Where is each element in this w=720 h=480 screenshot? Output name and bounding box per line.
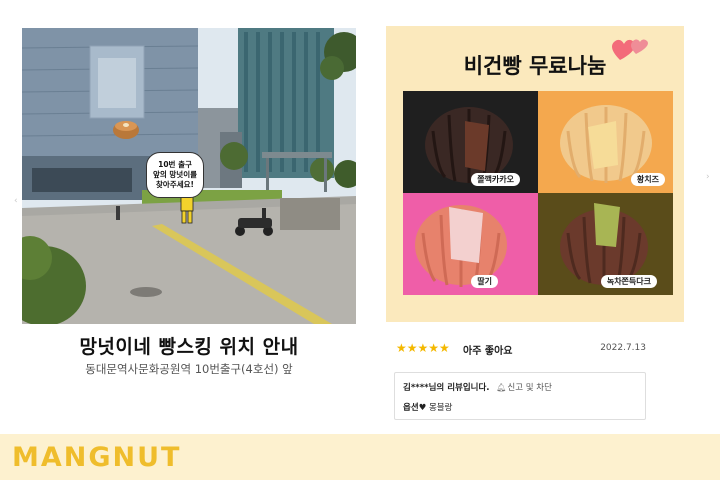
report-block-link[interactable]: 🔔︎신고 및 차단 bbox=[496, 383, 552, 393]
star-rating-icon: ★★★★★ bbox=[396, 341, 450, 355]
bubble-line: 10번 출구 bbox=[158, 160, 192, 169]
location-title: 망넛이네 빵스킹 위치 안내 bbox=[79, 336, 299, 358]
option-value: 몽블랑 bbox=[428, 403, 453, 413]
review-card: 김****님의 리뷰입니다. 🔔︎신고 및 차단 옵션♥ 몽블랑 bbox=[394, 372, 646, 420]
hearts-icon bbox=[612, 39, 648, 60]
bread-label: 딸기 bbox=[471, 275, 498, 288]
bread-tile-strawberry: 딸기 bbox=[403, 193, 538, 295]
review-header: ★★★★★ 아주 좋아요 2022.7.13 bbox=[396, 341, 650, 357]
reviewer-name: 김****님의 리뷰입니다. bbox=[403, 383, 490, 393]
location-subtitle: 동대문역사문화공원역 10번출구(4호선) 앞 bbox=[85, 362, 293, 376]
carousel-prev-icon[interactable]: ‹ bbox=[14, 196, 20, 206]
bell-icon: 🔔︎ bbox=[496, 383, 507, 392]
carousel-next-icon[interactable]: › bbox=[706, 172, 712, 182]
bread-mascot-illustration bbox=[113, 121, 139, 139]
bread-label: 쫄깩카카오 bbox=[471, 173, 520, 186]
street-photo: 10번 출구 앞의 망넛이를 찾아주세요! bbox=[22, 28, 356, 324]
bread-label: 녹차쫀득다크 bbox=[600, 275, 657, 288]
bread-tile-cheese: 황치즈 bbox=[538, 91, 673, 193]
bread-tile-greentea: 녹차쫀득다크 bbox=[538, 193, 673, 295]
bread-label: 황치즈 bbox=[630, 173, 665, 186]
review-date: 2022.7.13 bbox=[600, 343, 646, 353]
rating-text: 아주 좋아요 bbox=[463, 346, 513, 357]
speech-bubble: 10번 출구 앞의 망넛이를 찾아주세요! bbox=[146, 152, 204, 198]
bubble-line: 앞의 망넛이를 bbox=[152, 170, 197, 179]
option-label: 옵션♥ bbox=[403, 403, 427, 413]
bread-grid: 쫄깩카카오 황치즈 딸기 녹차쫀득다크 bbox=[403, 91, 673, 295]
brand-logo: MANGNUT bbox=[12, 442, 182, 473]
reviewer-line: 김****님의 리뷰입니다. 🔔︎신고 및 차단 bbox=[403, 381, 552, 393]
bubble-line: 찾아주세요! bbox=[156, 180, 194, 189]
footer-bar: MANGNUT bbox=[0, 434, 720, 480]
bread-tile-cacao: 쫄깩카카오 bbox=[403, 91, 538, 193]
option-line: 옵션♥ 몽블랑 bbox=[403, 401, 452, 413]
report-block-label: 신고 및 차단 bbox=[507, 383, 552, 393]
vegan-bread-promo-card: 비건빵 무료나눔 쫄깩카카오 황치즈 딸기 녹차쫀득다크 bbox=[386, 26, 684, 322]
